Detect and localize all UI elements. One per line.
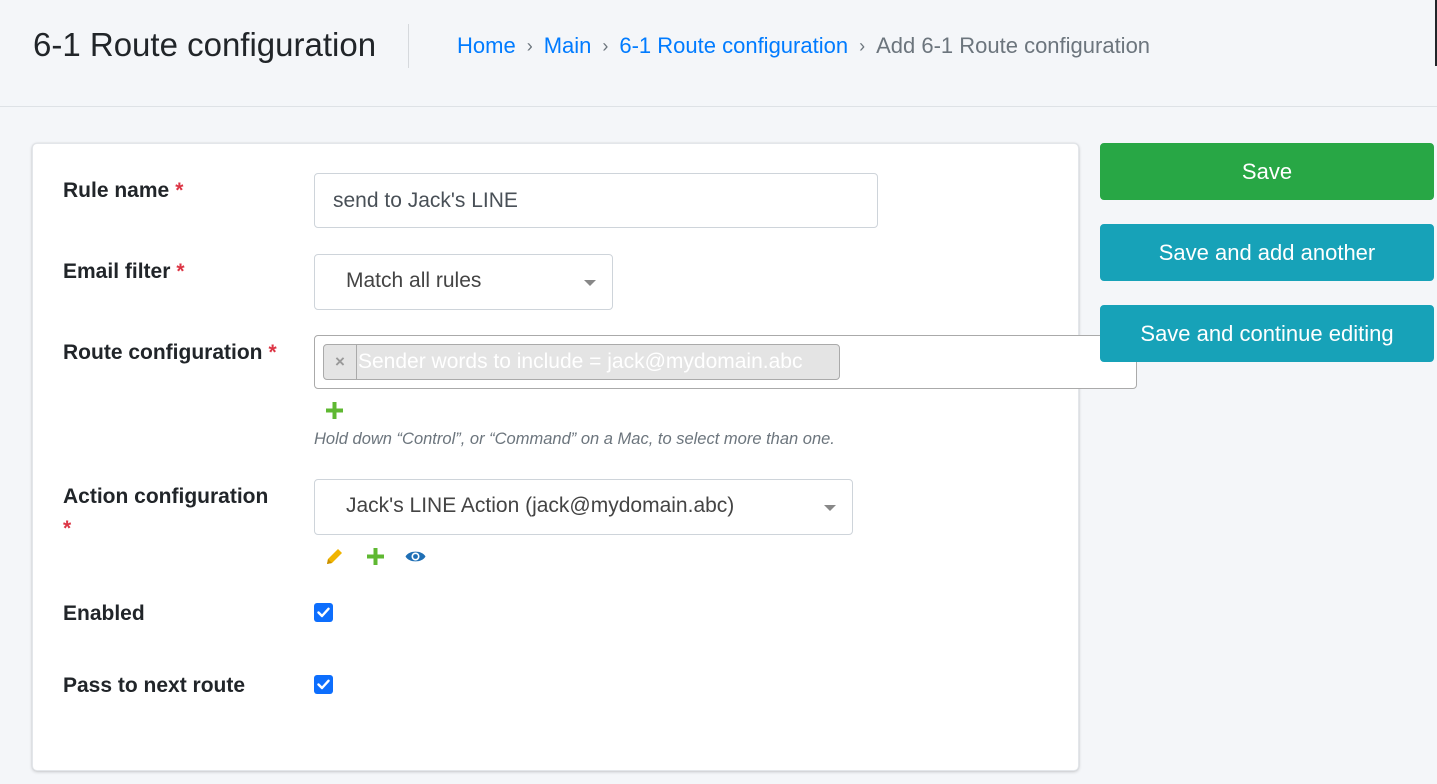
action-configuration-label: Action configuration * — [63, 481, 303, 545]
breadcrumb-separator: › — [602, 35, 609, 56]
plus-icon[interactable] — [326, 402, 343, 424]
page-title: 6-1 Route configuration — [33, 26, 377, 63]
breadcrumb-separator: › — [859, 35, 866, 56]
route-configuration-help-text: Hold down “Control”, or “Command” on a M… — [314, 430, 835, 448]
caret-down-icon — [584, 280, 596, 286]
pencil-icon[interactable] — [325, 547, 344, 571]
action-configuration-label-text: Action configuration — [63, 485, 269, 508]
route-configuration-label-text: Route configuration — [63, 341, 263, 364]
required-marker: * — [63, 517, 72, 540]
breadcrumb-current: Add 6-1 Route configuration — [876, 33, 1151, 58]
pass-to-next-route-label: Pass to next route — [63, 674, 246, 697]
rule-name-label-text: Rule name — [63, 179, 170, 202]
breadcrumb-separator: › — [526, 35, 533, 56]
email-filter-label: Email filter * — [63, 260, 185, 284]
selected-tag: × Sender words to include = jack@mydomai… — [323, 344, 840, 380]
required-marker: * — [268, 341, 277, 364]
required-marker: * — [175, 179, 184, 202]
title-divider — [408, 24, 409, 68]
breadcrumb-section-link[interactable]: 6-1 Route configuration — [619, 33, 848, 59]
action-configuration-select[interactable]: Jack's LINE Action (jack@mydomain.abc) — [314, 479, 853, 535]
route-configuration-label: Route configuration * — [63, 341, 277, 365]
pass-to-next-route-checkbox[interactable] — [314, 675, 333, 694]
enabled-label: Enabled — [63, 602, 145, 625]
eye-icon[interactable] — [405, 549, 426, 569]
breadcrumb-main-link[interactable]: Main — [544, 33, 592, 59]
email-filter-select[interactable]: Match all rules — [314, 254, 613, 310]
rule-name-input[interactable] — [314, 173, 878, 228]
tag-remove-button[interactable]: × — [324, 345, 357, 379]
rule-name-label: Rule name * — [63, 179, 183, 203]
email-filter-selected-value: Match all rules — [346, 269, 482, 292]
plus-icon[interactable] — [367, 548, 384, 570]
tag-text: Sender words to include = jack@mydomain.… — [358, 350, 803, 373]
route-configuration-multiselect[interactable]: × Sender words to include = jack@mydomai… — [314, 335, 1137, 389]
required-marker: * — [176, 260, 185, 283]
content-header: 6-1 Route configuration Home › Main › 6-… — [0, 0, 1437, 107]
breadcrumb: Home › Main › 6-1 Route configuration › … — [457, 33, 1150, 59]
save-and-continue-editing-button[interactable]: Save and continue editing — [1100, 305, 1434, 362]
save-and-add-another-button[interactable]: Save and add another — [1100, 224, 1434, 281]
email-filter-label-text: Email filter — [63, 260, 171, 283]
action-configuration-selected-value: Jack's LINE Action (jack@mydomain.abc) — [346, 494, 735, 517]
breadcrumb-home-link[interactable]: Home — [457, 33, 516, 59]
caret-down-icon — [824, 505, 836, 511]
save-button[interactable]: Save — [1100, 143, 1434, 200]
enabled-checkbox[interactable] — [314, 603, 333, 622]
